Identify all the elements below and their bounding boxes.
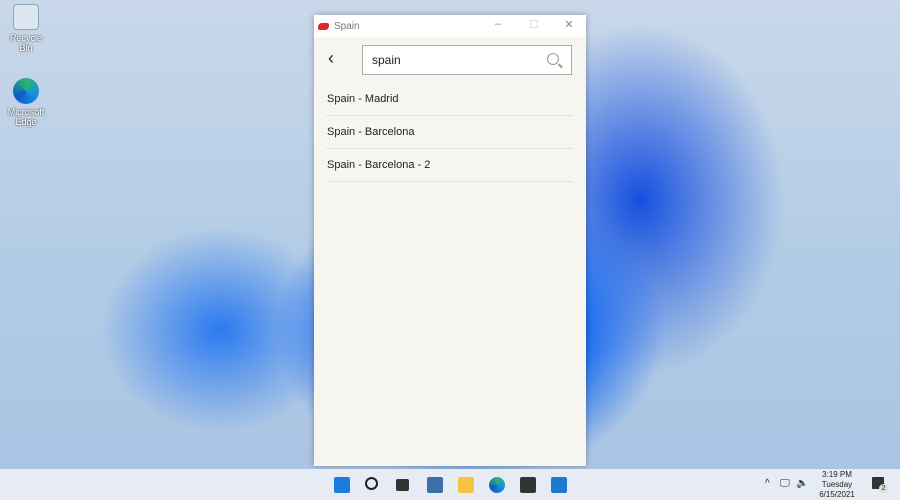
search-input[interactable]: spain: [362, 45, 572, 75]
desktop-icon-label: Recycle Bin: [9, 33, 42, 53]
notification-icon[interactable]: 2: [872, 477, 888, 493]
date: 6/15/2021: [819, 490, 855, 499]
back-button[interactable]: ‹: [328, 48, 334, 69]
chevron-left-icon: ‹: [328, 48, 334, 68]
day: Tuesday: [821, 480, 853, 489]
store-icon[interactable]: [520, 477, 536, 493]
search-icon[interactable]: [547, 53, 559, 65]
time: 3:19 PM: [822, 470, 852, 479]
app-window: Spain – ☐ ✕ ‹ spain Spain - Madrid Spain…: [314, 15, 586, 466]
search-taskbar-icon[interactable]: [365, 477, 378, 490]
close-button[interactable]: ✕: [559, 18, 579, 31]
desktop-icon-recycle-bin[interactable]: Recycle Bin: [4, 4, 48, 53]
recycle-bin-icon: [13, 4, 39, 30]
taskbar: ^ 🖵 🔈 3:19 PM Tuesday 6/15/2021 2: [0, 469, 900, 500]
title-bar: Spain – ☐ ✕: [314, 15, 586, 37]
app-logo-icon: [318, 22, 329, 30]
minimize-button[interactable]: –: [488, 18, 508, 30]
clock[interactable]: 3:19 PM Tuesday 6/15/2021: [812, 470, 862, 500]
widgets-icon[interactable]: [427, 477, 443, 493]
edge-taskbar-icon[interactable]: [489, 477, 505, 493]
start-icon[interactable]: [334, 477, 350, 493]
network-icon[interactable]: 🖵: [780, 478, 790, 489]
edge-icon: [13, 78, 39, 104]
desktop-icon-edge[interactable]: Microsoft Edge: [4, 78, 48, 127]
desktop-icon-label: Microsoft Edge: [7, 107, 45, 127]
maximize-button[interactable]: ☐: [524, 18, 544, 31]
file-explorer-icon[interactable]: [458, 477, 474, 493]
show-hidden-icons-button[interactable]: ^: [765, 478, 770, 489]
results-list: Spain - Madrid Spain - Barcelona Spain -…: [326, 83, 573, 182]
notification-count: 2: [879, 484, 888, 493]
list-item[interactable]: Spain - Barcelona - 2: [326, 149, 573, 182]
window-title: Spain: [334, 20, 360, 32]
task-view-icon[interactable]: [396, 479, 409, 491]
app-taskbar-icon[interactable]: [551, 477, 567, 493]
list-item[interactable]: Spain - Barcelona: [326, 116, 573, 149]
search-value: spain: [372, 53, 401, 67]
list-item[interactable]: Spain - Madrid: [326, 83, 573, 116]
volume-icon[interactable]: 🔈: [796, 478, 808, 489]
